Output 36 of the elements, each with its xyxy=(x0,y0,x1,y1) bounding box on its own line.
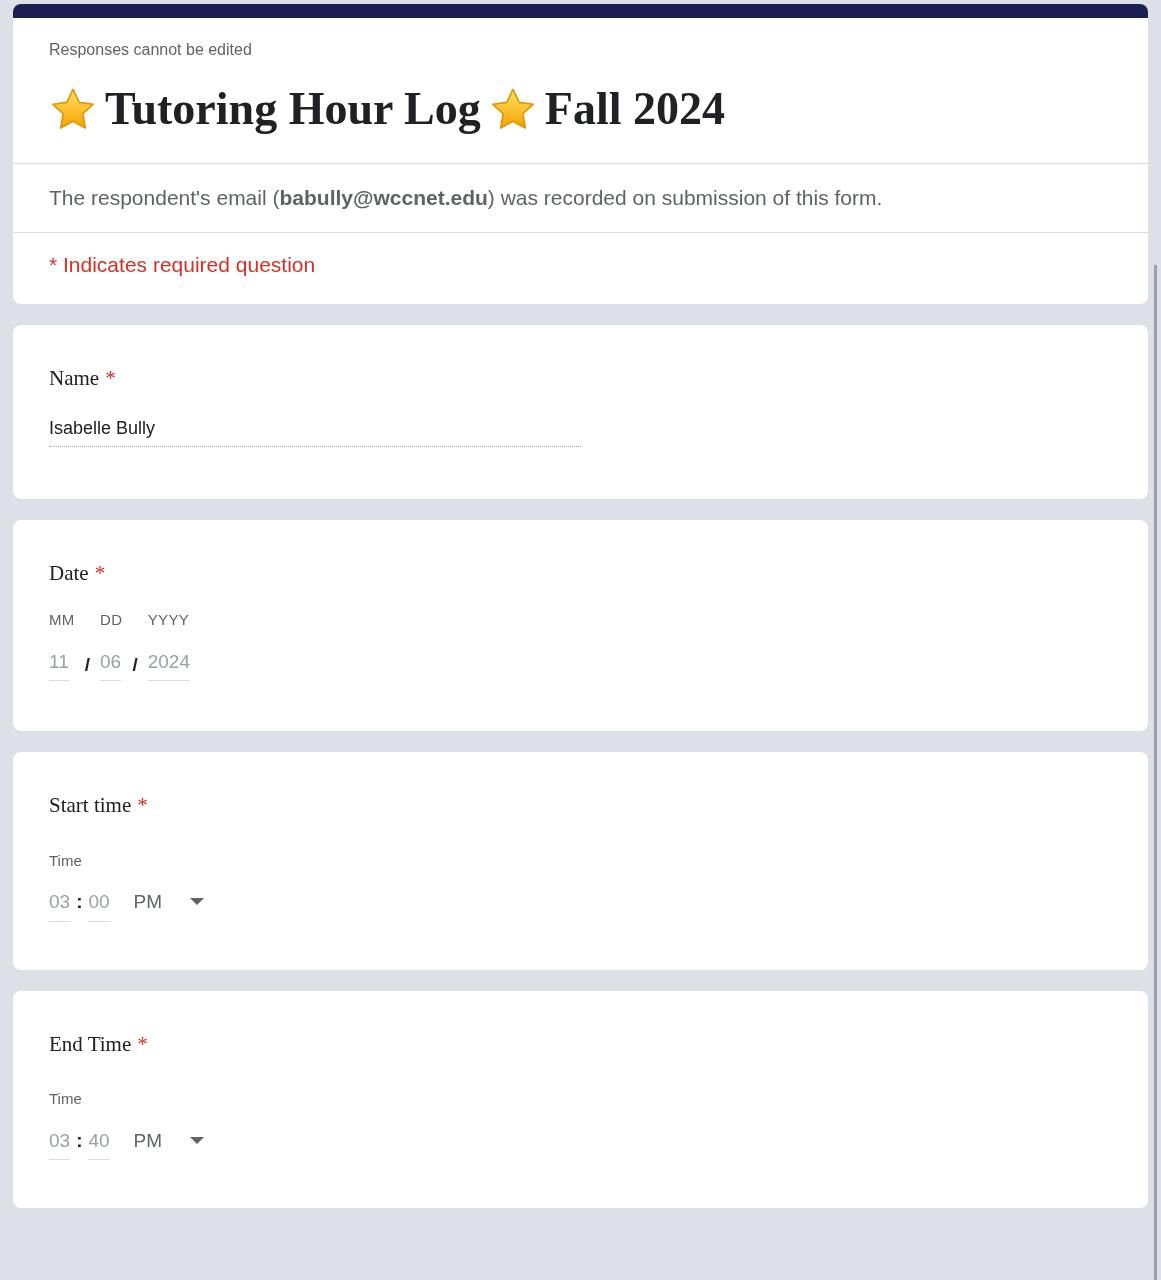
hour-field[interactable]: 03 xyxy=(49,1126,71,1160)
required-mark: * xyxy=(105,365,116,392)
date-separator: / xyxy=(132,653,138,677)
question-label: Name xyxy=(49,365,100,392)
caret-icon xyxy=(190,1136,205,1145)
date-part-caption: YYYY xyxy=(147,610,190,630)
question-label: Date xyxy=(49,559,89,587)
date-part-field[interactable]: 06 xyxy=(100,647,122,681)
required-mark: * xyxy=(94,559,106,587)
minute-field[interactable]: 00 xyxy=(88,888,110,922)
star-icon xyxy=(49,86,97,131)
time-separator: : xyxy=(76,890,83,914)
answer-field[interactable]: Isabelle Bully xyxy=(49,414,581,447)
question-label: Start time xyxy=(49,792,132,819)
time-caption: Time xyxy=(49,850,83,871)
form-title: Tutoring Hour Log xyxy=(105,82,481,136)
date-part-field[interactable]: 11 xyxy=(49,647,69,681)
period-dropdown[interactable]: PM xyxy=(133,888,205,917)
notice-text: Responses cannot be edited xyxy=(49,41,252,58)
date-part-caption: DD xyxy=(100,610,123,630)
required-note: * Indicates required question xyxy=(49,252,316,276)
email-note: The respondent's email (babully@wccnet.edu) was recorded on submission of this form. xyxy=(49,186,883,209)
period-dropdown[interactable]: PM xyxy=(133,1126,205,1155)
required-mark: * xyxy=(137,1030,148,1058)
minute-field[interactable]: 40 xyxy=(88,1126,110,1160)
question-label: End Time xyxy=(49,1030,132,1058)
scrollbar[interactable] xyxy=(1154,265,1157,1280)
date-part-field[interactable]: 2024 xyxy=(147,647,190,681)
caret-icon xyxy=(190,898,205,907)
date-part-caption: MM xyxy=(49,610,75,630)
form-title: Fall 2024 xyxy=(544,82,725,136)
time-caption: Time xyxy=(49,1089,83,1109)
date-separator: / xyxy=(84,653,91,677)
hour-field[interactable]: 03 xyxy=(49,888,71,922)
required-mark: * xyxy=(137,792,148,819)
time-separator: : xyxy=(76,1128,83,1153)
